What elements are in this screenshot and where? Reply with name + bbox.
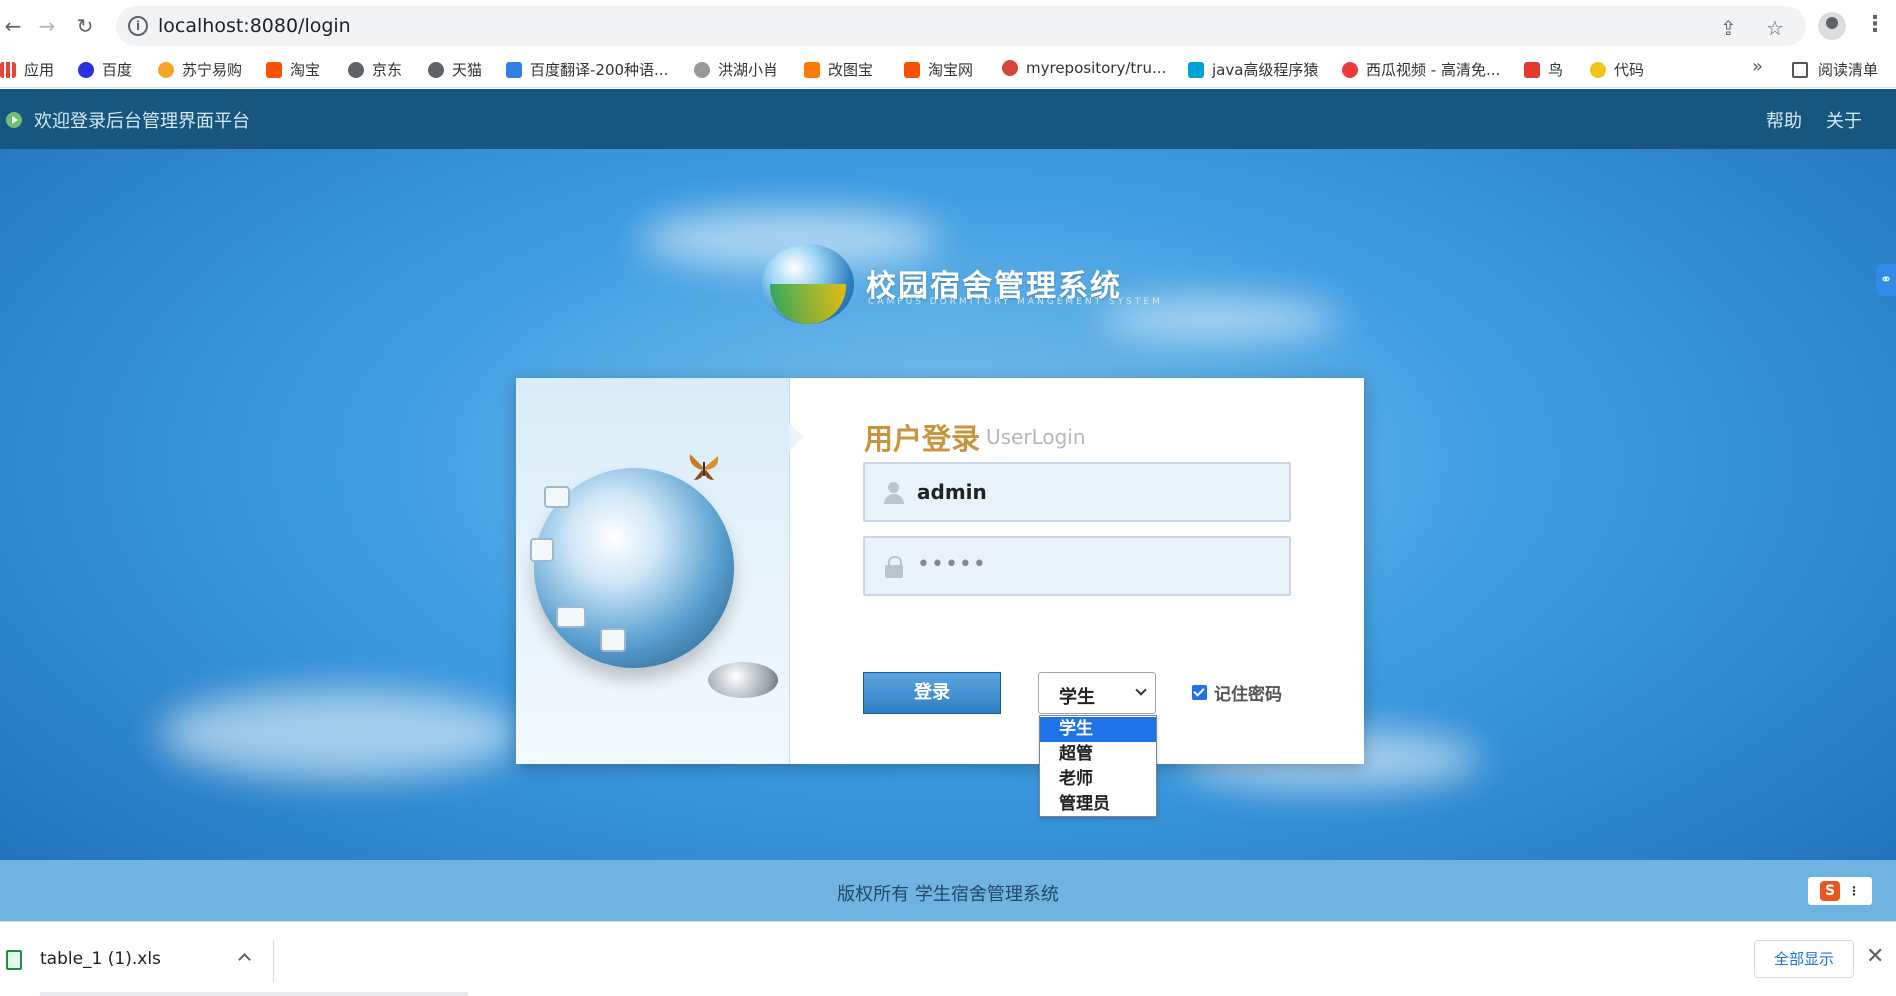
bookmarks-bar: 应用 百度 苏宁易购 淘宝 京东 天猫 百度翻译-200种语... 洪湖小肖 改…	[0, 52, 1896, 88]
cloud-decoration	[160, 689, 520, 779]
excel-file-icon	[6, 950, 22, 970]
role-dropdown: 学生 超管 老师 管理员	[1039, 715, 1157, 817]
password-field[interactable]: •••••	[863, 536, 1291, 596]
remember-checkbox[interactable]	[1192, 685, 1207, 700]
bilibili-icon	[1188, 61, 1204, 78]
role-option-admin[interactable]: 管理员	[1040, 792, 1156, 817]
role-option-student[interactable]: 学生	[1040, 717, 1156, 742]
suning-icon	[158, 61, 174, 78]
translate-icon	[506, 61, 522, 78]
ime-toolbar[interactable]: S ⋮	[1808, 877, 1872, 905]
apps-grid-icon	[0, 61, 16, 78]
app-footer: 版权所有 学生宿舍管理系统	[0, 860, 1896, 921]
bookmark-gaitubao[interactable]: 改图宝	[804, 59, 873, 80]
play-dot-icon	[6, 112, 22, 128]
bookmark-taobao-net[interactable]: 淘宝网	[904, 59, 973, 80]
chevron-up-icon[interactable]	[238, 953, 251, 966]
scroll-strip	[40, 992, 468, 996]
copyright-text: 版权所有 学生宿舍管理系统	[837, 884, 1059, 905]
menu-kebab-icon[interactable]: ⋮	[1864, 12, 1886, 37]
download-item[interactable]: table_1 (1).xls	[0, 940, 274, 982]
bookmark-xigua[interactable]: 西瓜视频 - 高清免...	[1342, 59, 1500, 80]
about-link[interactable]: 关于	[1826, 107, 1862, 133]
bookmark-code[interactable]: 代码	[1590, 59, 1644, 80]
login-panel: 用户登录 UserLogin admin ••••• 登录 学生 学生 超管 老…	[516, 378, 1364, 817]
username-field[interactable]: admin	[863, 462, 1291, 522]
login-title: 用户登录	[864, 422, 981, 456]
bookmark-bird[interactable]: 鸟	[1524, 59, 1563, 80]
bookmark-apps[interactable]: 应用	[0, 59, 54, 80]
downloads-bar: table_1 (1).xls 全部显示 ✕	[0, 921, 1896, 996]
taobao-icon	[266, 61, 282, 78]
xigua-icon	[1342, 61, 1358, 78]
login-title-en: UserLogin	[986, 425, 1086, 449]
forward-icon[interactable]: →	[34, 13, 60, 39]
bookmark-suning[interactable]: 苏宁易购	[158, 59, 242, 80]
ime-more-icon[interactable]: ⋮	[1848, 884, 1860, 898]
puzzle-piece-icon	[530, 538, 554, 562]
bird-icon	[1524, 61, 1540, 78]
code-icon	[1590, 61, 1606, 78]
download-filename[interactable]: table_1 (1).xls	[40, 949, 161, 969]
repository-icon	[1002, 60, 1018, 76]
link-tab-icon[interactable]: ⚭	[1876, 264, 1896, 296]
browser-toolbar: ← → ↻ i localhost:8080/login ⇪ ☆ ⋮	[0, 0, 1896, 52]
reload-icon[interactable]: ↻	[72, 13, 98, 39]
logo-swoosh-icon	[770, 284, 846, 324]
illustration-panel	[516, 378, 803, 764]
close-icon[interactable]: ✕	[1866, 944, 1884, 969]
chevron-down-icon	[1135, 684, 1147, 696]
back-icon[interactable]: ←	[0, 13, 26, 39]
login-page: 欢迎登录后台管理界面平台 帮助 关于 ⚭ 校园宿舍管理系统 CAMPUS DOR…	[0, 89, 1896, 921]
user-icon	[883, 482, 905, 504]
puzzle-piece-icon	[600, 628, 626, 652]
bookmark-honghu[interactable]: 洪湖小肖	[694, 59, 778, 80]
remember-password[interactable]: 记住密码	[1192, 680, 1282, 705]
bookmark-jd[interactable]: 京东	[348, 59, 402, 80]
bookmark-myrepository[interactable]: myrepository/tru...	[1002, 59, 1166, 77]
login-button[interactable]: 登录	[863, 672, 1001, 714]
role-select[interactable]: 学生	[1038, 672, 1156, 714]
taobao-icon	[904, 61, 920, 78]
username-value[interactable]: admin	[917, 480, 987, 504]
app-header: 欢迎登录后台管理界面平台 帮助 关于	[0, 89, 1896, 149]
role-option-teacher[interactable]: 老师	[1040, 767, 1156, 792]
url-text[interactable]: localhost:8080/login	[158, 15, 351, 37]
star-icon[interactable]: ☆	[1766, 16, 1784, 40]
bookmark-taobao[interactable]: 淘宝	[266, 59, 320, 80]
globe-icon	[348, 61, 364, 78]
reading-list[interactable]: 阅读清单	[1792, 59, 1878, 80]
share-icon[interactable]: ⇪	[1720, 16, 1737, 40]
site-info-icon[interactable]: i	[128, 16, 148, 36]
bookmark-java[interactable]: java高级程序猿	[1188, 59, 1318, 80]
help-link[interactable]: 帮助	[1766, 107, 1802, 133]
bookmark-baidu[interactable]: 百度	[78, 59, 132, 80]
address-bar[interactable]: i localhost:8080/login ⇪ ☆	[116, 6, 1806, 46]
profile-avatar-icon[interactable]	[1818, 12, 1846, 40]
sogou-ime-icon: S	[1820, 881, 1840, 901]
puzzle-piece-icon	[544, 486, 570, 508]
bookmark-tmall[interactable]: 天猫	[428, 59, 482, 80]
role-selected-value: 学生	[1059, 687, 1095, 708]
password-value[interactable]: •••••	[917, 552, 987, 577]
reading-list-icon	[1792, 61, 1808, 78]
baidu-icon	[78, 61, 94, 78]
welcome-text: 欢迎登录后台管理界面平台	[34, 111, 250, 132]
chevron-more-icon[interactable]: »	[1752, 56, 1763, 77]
puzzle-piece-icon	[556, 606, 586, 628]
role-option-superadmin[interactable]: 超管	[1040, 742, 1156, 767]
bookmark-baidu-translate[interactable]: 百度翻译-200种语...	[506, 59, 668, 80]
remember-label: 记住密码	[1214, 685, 1282, 705]
butterfly-icon	[689, 454, 719, 480]
lock-icon	[883, 556, 905, 578]
show-all-downloads-button[interactable]: 全部显示	[1754, 940, 1854, 978]
computer-mouse-icon	[708, 662, 778, 698]
globe-icon	[428, 61, 444, 78]
system-subtitle: CAMPUS DORMITORY MANGEMENT SYSTEM	[868, 297, 1163, 307]
gaitubao-icon	[804, 61, 820, 78]
bird-icon	[694, 61, 710, 78]
